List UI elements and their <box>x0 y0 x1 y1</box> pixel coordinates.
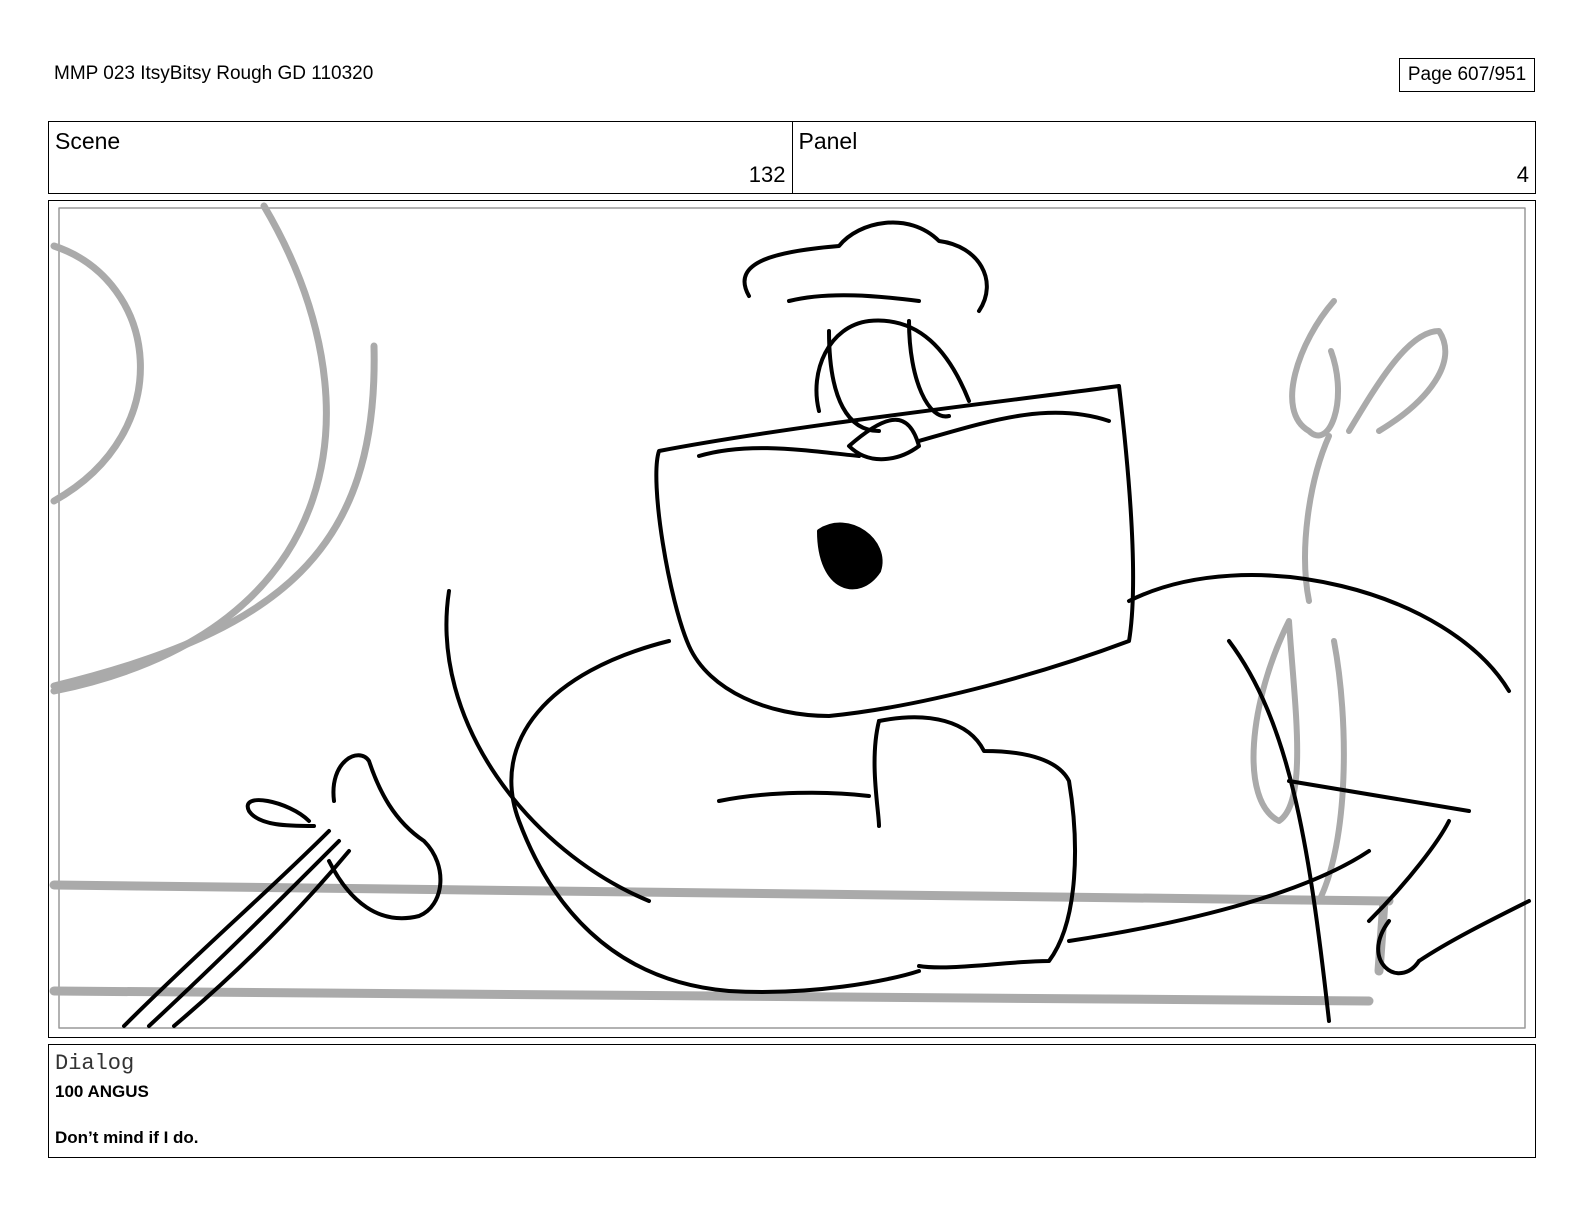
panel-cell: Panel 4 <box>791 122 1536 193</box>
dialog-speaker: 100 ANGUS <box>55 1082 149 1101</box>
dialog-label: Dialog <box>55 1051 135 1076</box>
background-arcs <box>50 202 378 695</box>
page-number: Page 607/951 <box>1399 58 1535 92</box>
document-title: MMP 023 ItsyBitsy Rough GD 110320 <box>54 63 374 84</box>
scene-number: 132 <box>748 162 786 187</box>
panel-number: 4 <box>1516 162 1529 187</box>
background-lamp <box>1250 298 1449 904</box>
character-figure <box>122 220 1531 1028</box>
storyboard-sketch <box>49 202 1531 1029</box>
dialog-line: Don’t mind if I do. <box>55 1128 199 1147</box>
storyboard-frame <box>48 200 1536 1038</box>
scene-cell: Scene 132 <box>49 122 792 193</box>
scene-label: Scene <box>55 128 121 154</box>
panel-label: Panel <box>798 128 858 154</box>
dialog-box: Dialog 100 ANGUS Don’t mind if I do. <box>48 1044 1536 1158</box>
scene-panel-header: Scene 132 Panel 4 <box>48 121 1536 194</box>
